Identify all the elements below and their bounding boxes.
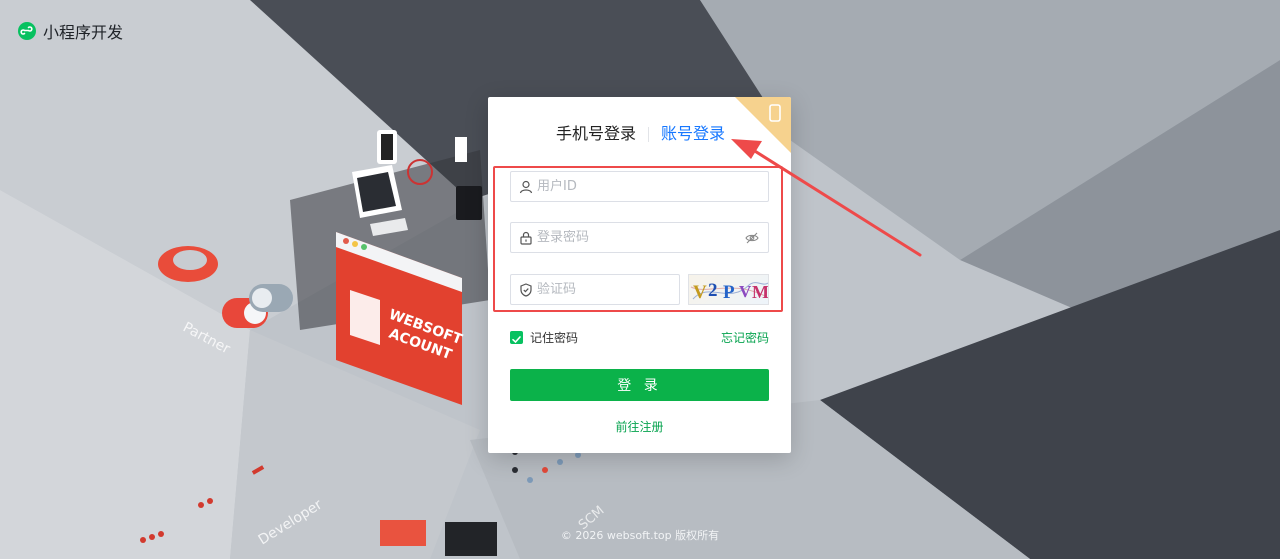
remember-row: 记住密码 忘记密码	[510, 330, 769, 346]
login-button[interactable]: 登 录	[510, 369, 769, 401]
captcha-char-2: 2	[708, 280, 718, 301]
user-id-input[interactable]	[537, 179, 768, 194]
captcha-input[interactable]	[537, 282, 679, 297]
tab-divider	[648, 127, 649, 142]
remember-label: 记住密码	[530, 331, 579, 345]
miniprogram-logo-icon	[18, 22, 36, 40]
remember-checkbox[interactable]	[510, 331, 523, 344]
login-tabs: 手机号登录 账号登录	[488, 122, 791, 146]
captcha-char-5: M	[752, 282, 769, 302]
footer-copyright: © 2026 websoft.top 版权所有	[560, 529, 720, 542]
shield-check-icon	[520, 282, 532, 297]
captcha-image[interactable]: V 2 P V M	[688, 274, 769, 305]
brand: 小程序开发	[18, 19, 123, 43]
password-field	[510, 222, 769, 253]
forgot-password-link[interactable]: 忘记密码	[721, 330, 769, 346]
captcha-char-3: P	[723, 282, 735, 303]
tab-account-login[interactable]: 账号登录	[661, 122, 725, 146]
brand-name: 小程序开发	[43, 23, 124, 42]
eye-off-icon[interactable]	[745, 231, 759, 245]
captcha-char-1: V	[693, 282, 707, 303]
captcha-field	[510, 274, 680, 305]
tab-phone-login[interactable]: 手机号登录	[556, 122, 636, 146]
captcha-char-4: V	[739, 282, 752, 301]
user-icon	[519, 180, 533, 193]
checkmark-icon	[512, 336, 521, 344]
lock-icon	[520, 231, 532, 245]
password-input[interactable]	[537, 230, 745, 245]
register-link[interactable]: 前往注册	[488, 418, 791, 435]
login-card: 手机号登录 账号登录 V	[488, 97, 791, 453]
user-id-field	[510, 171, 769, 202]
